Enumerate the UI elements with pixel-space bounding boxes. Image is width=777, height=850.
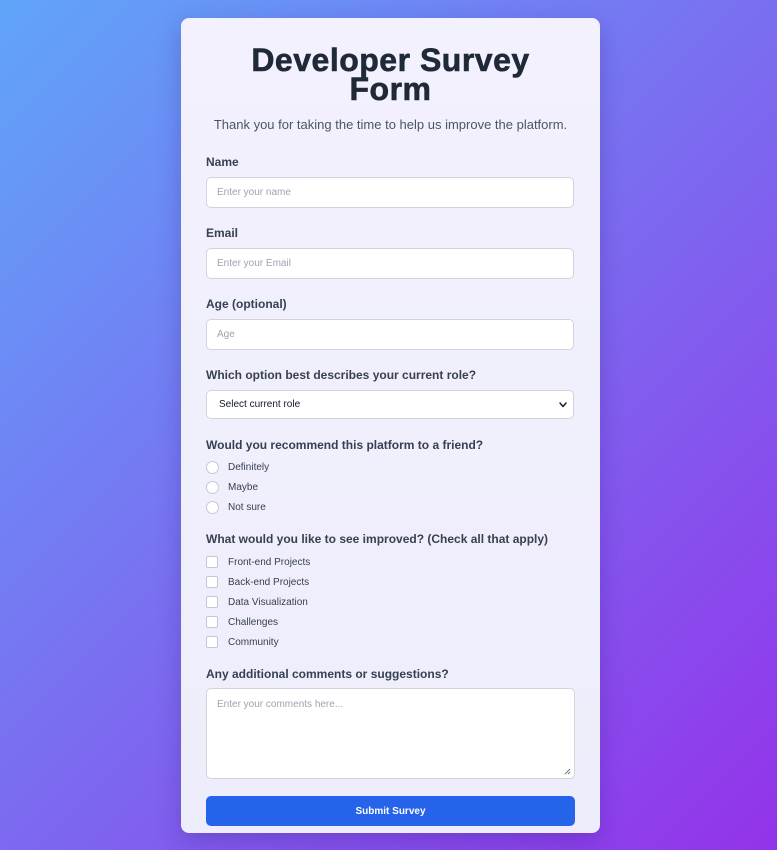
checkbox-option[interactable]: Front-end Projects bbox=[206, 552, 575, 572]
role-label: Which option best describes your current… bbox=[206, 368, 477, 382]
checkbox[interactable] bbox=[206, 576, 218, 588]
checkbox-option[interactable]: Challenges bbox=[206, 612, 575, 632]
improve-options: Front-end Projects Back-end Projects Dat… bbox=[206, 552, 575, 652]
name-label: Name bbox=[206, 155, 239, 169]
age-input[interactable] bbox=[206, 319, 574, 350]
radio-option-label: Not sure bbox=[228, 501, 266, 513]
submit-survey-button[interactable]: Submit Survey bbox=[206, 796, 575, 826]
form-title: Developer Survey Form bbox=[251, 42, 530, 107]
checkbox-option-label: Community bbox=[228, 636, 279, 648]
checkbox-option-label: Challenges bbox=[228, 616, 279, 628]
radio-option[interactable]: Not sure bbox=[206, 497, 575, 517]
checkbox-option-label: Front-end Projects bbox=[228, 556, 311, 568]
role-select[interactable]: Select current role bbox=[206, 390, 574, 419]
radio-button[interactable] bbox=[206, 500, 219, 514]
checkbox[interactable] bbox=[206, 636, 218, 648]
email-input[interactable] bbox=[206, 248, 574, 279]
checkbox[interactable] bbox=[206, 556, 218, 568]
checkbox-option-label: Data Visualization bbox=[228, 596, 308, 608]
form-subtitle: Thank you for taking the time to help us… bbox=[213, 117, 568, 132]
resize-grip-icon[interactable] bbox=[564, 768, 571, 775]
radio-option[interactable]: Definitely bbox=[206, 457, 575, 477]
recommend-options: Definitely Maybe Not sure bbox=[206, 457, 575, 517]
age-label: Age (optional) bbox=[206, 297, 287, 311]
role-select-value: Select current role bbox=[219, 399, 301, 410]
checkbox-option-label: Back-end Projects bbox=[228, 576, 310, 588]
comments-wrapper bbox=[206, 688, 575, 779]
recommend-label: Would you recommend this platform to a f… bbox=[206, 438, 484, 452]
radio-button[interactable] bbox=[206, 460, 219, 474]
chevron-down-icon bbox=[559, 402, 567, 408]
radio-option-label: Maybe bbox=[228, 481, 259, 493]
checkbox-option[interactable]: Back-end Projects bbox=[206, 572, 575, 592]
survey-form-card: Developer Survey Form Thank you for taki… bbox=[181, 18, 600, 833]
comments-label: Any additional comments or suggestions? bbox=[206, 667, 449, 681]
radio-option[interactable]: Maybe bbox=[206, 477, 575, 497]
email-label: Email bbox=[206, 226, 239, 240]
radio-option-label: Definitely bbox=[228, 461, 270, 473]
comments-textarea[interactable] bbox=[206, 688, 575, 779]
improve-label: What would you like to see improved? (Ch… bbox=[206, 532, 549, 546]
checkbox[interactable] bbox=[206, 616, 218, 628]
radio-button[interactable] bbox=[206, 480, 219, 494]
checkbox[interactable] bbox=[206, 596, 218, 608]
name-input[interactable] bbox=[206, 177, 574, 208]
checkbox-option[interactable]: Data Visualization bbox=[206, 592, 575, 612]
checkbox-option[interactable]: Community bbox=[206, 632, 575, 652]
